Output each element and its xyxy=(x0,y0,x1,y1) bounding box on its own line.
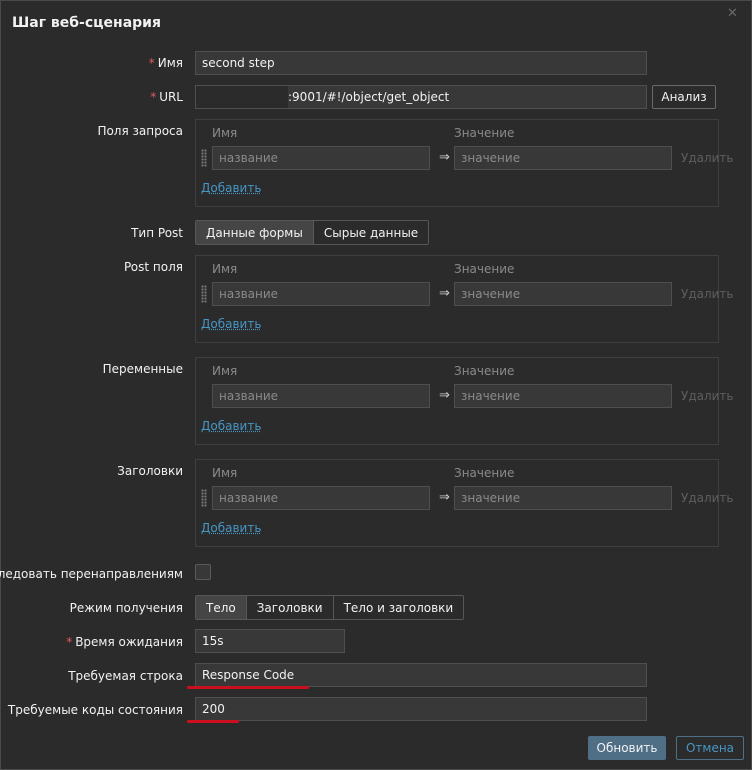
annotation-underline xyxy=(187,686,309,689)
remove-button[interactable]: Удалить xyxy=(681,151,734,165)
col-name-header: Имя xyxy=(212,466,238,480)
add-post-field-link[interactable]: Добавить xyxy=(201,317,261,331)
status-codes-input[interactable]: 200 xyxy=(195,697,647,721)
query-fields-label: Поля запроса xyxy=(97,124,183,138)
drag-handle-icon[interactable] xyxy=(201,285,207,303)
variables-label: Переменные xyxy=(102,362,183,376)
remove-button[interactable]: Удалить xyxy=(681,389,734,403)
arrow-right-icon: ⇒ xyxy=(439,388,450,403)
post-type-raw-data[interactable]: Сырые данные xyxy=(312,221,429,244)
drag-handle-icon[interactable] xyxy=(201,149,207,167)
col-value-header: Значение xyxy=(454,364,515,378)
timeout-label: * Время ожидания xyxy=(66,635,183,649)
post-type-segmented: Данные формы Сырые данные xyxy=(195,220,430,245)
col-name-header: Имя xyxy=(212,364,238,378)
retrieve-mode-label: Режим получения xyxy=(69,601,183,615)
status-codes-label: Требуемые коды состояния xyxy=(7,703,183,717)
header-value-input[interactable]: значение xyxy=(454,486,672,510)
retrieve-mode-body[interactable]: Тело xyxy=(196,596,246,619)
name-label: * Имя xyxy=(148,56,183,70)
post-fields-table: Имя Значение название ⇒ значение Удалить… xyxy=(195,255,734,343)
redacted-host xyxy=(196,86,288,108)
required-string-input[interactable]: Response Code xyxy=(195,663,647,687)
retrieve-mode-body-and-headers[interactable]: Тело и заголовки xyxy=(332,596,464,619)
post-fields-label: Post поля xyxy=(124,260,183,274)
arrow-right-icon: ⇒ xyxy=(439,150,450,165)
headers-table: Имя Значение название ⇒ значение Удалить… xyxy=(195,459,734,547)
parse-button[interactable]: Анализ xyxy=(652,85,716,109)
close-icon[interactable]: ✕ xyxy=(727,7,738,20)
query-value-input[interactable]: значение xyxy=(454,146,672,170)
name-input[interactable]: second step xyxy=(195,51,647,75)
required-string-label: Требуемая строка xyxy=(68,669,183,683)
add-header-link[interactable]: Добавить xyxy=(201,521,261,535)
retrieve-mode-headers[interactable]: Заголовки xyxy=(245,596,333,619)
post-type-label: Тип Post xyxy=(131,226,183,240)
post-type-form-data[interactable]: Данные формы xyxy=(196,221,313,244)
retrieve-mode-segmented: Тело Заголовки Тело и заголовки xyxy=(195,595,465,620)
variables-table: Имя Значение название ⇒ значение Удалить… xyxy=(195,357,734,445)
url-value: :9001/#!/object/get_object xyxy=(288,90,450,104)
post-name-input[interactable]: название xyxy=(212,282,430,306)
variable-value-input[interactable]: значение xyxy=(454,384,672,408)
update-button[interactable]: Обновить xyxy=(588,736,666,760)
post-value-input[interactable]: значение xyxy=(454,282,672,306)
arrow-right-icon: ⇒ xyxy=(439,286,450,301)
timeout-input[interactable]: 15s xyxy=(195,629,345,653)
remove-button[interactable]: Удалить xyxy=(681,491,734,505)
url-label: * URL xyxy=(150,90,183,104)
follow-redirects-checkbox[interactable] xyxy=(195,564,211,580)
dialog-title: Шаг веб-сценария xyxy=(12,15,161,31)
remove-button[interactable]: Удалить xyxy=(681,287,734,301)
header-name-input[interactable]: название xyxy=(212,486,430,510)
add-variable-link[interactable]: Добавить xyxy=(201,419,261,433)
add-query-field-link[interactable]: Добавить xyxy=(201,181,261,195)
col-name-header: Имя xyxy=(212,262,238,276)
col-value-header: Значение xyxy=(454,126,515,140)
drag-handle-icon[interactable] xyxy=(201,489,207,507)
col-value-header: Значение xyxy=(454,466,515,480)
cancel-button[interactable]: Отмена xyxy=(676,736,744,760)
arrow-right-icon: ⇒ xyxy=(439,490,450,505)
col-value-header: Значение xyxy=(454,262,515,276)
annotation-underline xyxy=(187,720,239,723)
variable-name-input[interactable]: название xyxy=(212,384,430,408)
query-name-input[interactable]: название xyxy=(212,146,430,170)
web-scenario-step-dialog: Шаг веб-сценария ✕ * Имя second step * URL… xyxy=(0,0,752,770)
col-name-header: Имя xyxy=(212,126,238,140)
follow-redirects-label: Следовать перенаправлениям xyxy=(0,567,183,581)
url-input[interactable]: :9001/#!/object/get_object xyxy=(195,85,647,109)
query-fields-table: Имя Значение название ⇒ значение Удалить… xyxy=(195,119,734,207)
headers-label: Заголовки xyxy=(117,464,183,478)
